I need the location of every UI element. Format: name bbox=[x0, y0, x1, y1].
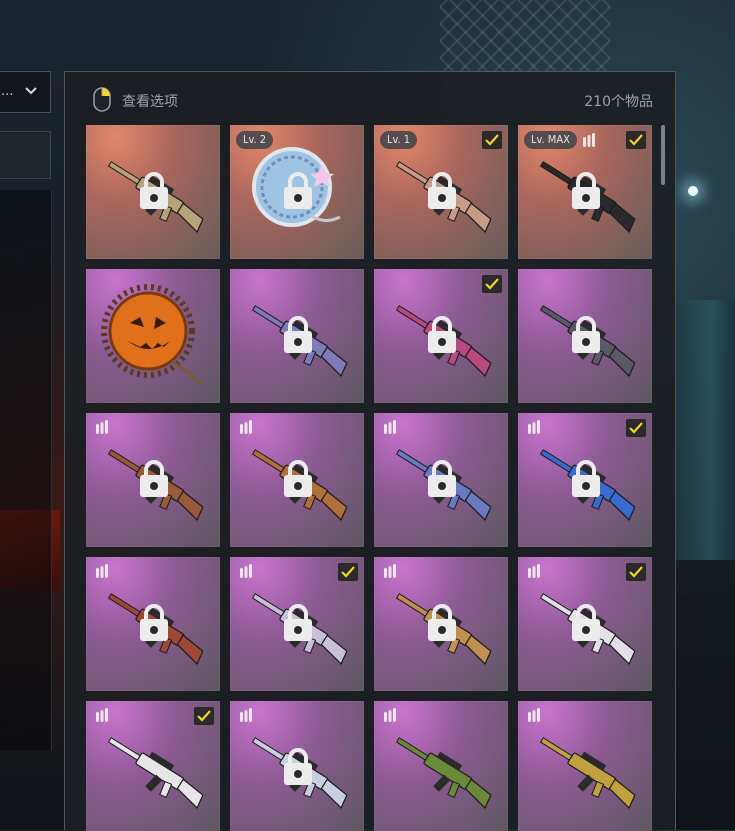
ammo-icon bbox=[382, 707, 398, 723]
item-card[interactable]: Lv. 2 bbox=[230, 125, 364, 259]
lock-icon bbox=[284, 316, 312, 353]
item-card[interactable] bbox=[518, 269, 652, 403]
check-icon bbox=[338, 563, 358, 581]
item-card[interactable] bbox=[230, 701, 364, 831]
lock-icon bbox=[284, 604, 312, 641]
check-icon bbox=[482, 275, 502, 293]
lock-icon bbox=[284, 460, 312, 497]
lock-icon bbox=[284, 748, 312, 785]
lock-icon bbox=[140, 460, 168, 497]
lock-icon bbox=[572, 172, 600, 209]
item-card[interactable] bbox=[374, 413, 508, 547]
left-dropdown[interactable]: ... bbox=[0, 71, 51, 113]
check-icon bbox=[482, 131, 502, 149]
dropdown-text: ... bbox=[1, 84, 14, 99]
view-options-label[interactable]: 查看选项 bbox=[122, 91, 178, 111]
ammo-icon bbox=[382, 563, 398, 579]
ammo-icon bbox=[581, 132, 597, 148]
item-card[interactable]: Lv. MAX bbox=[518, 125, 652, 259]
ammo-icon bbox=[94, 707, 110, 723]
item-card[interactable] bbox=[518, 701, 652, 831]
ammo-icon bbox=[526, 707, 542, 723]
item-card[interactable] bbox=[374, 557, 508, 691]
check-icon bbox=[626, 131, 646, 149]
left-filter-field[interactable] bbox=[0, 131, 51, 179]
background-lamp bbox=[688, 186, 698, 196]
item-count: 210个物品 bbox=[584, 94, 653, 110]
level-badge: Lv. 1 bbox=[380, 131, 418, 149]
lock-icon bbox=[428, 316, 456, 353]
item-card[interactable] bbox=[230, 269, 364, 403]
ammo-icon bbox=[238, 563, 254, 579]
lock-icon bbox=[572, 460, 600, 497]
panel-header: 查看选项 210个物品 bbox=[65, 72, 675, 124]
lock-icon bbox=[572, 604, 600, 641]
item-card[interactable] bbox=[230, 413, 364, 547]
item-card[interactable] bbox=[86, 557, 220, 691]
background-machine bbox=[676, 300, 735, 560]
lock-icon bbox=[572, 316, 600, 353]
lock-icon bbox=[428, 604, 456, 641]
ammo-icon bbox=[94, 419, 110, 435]
level-badge: Lv. MAX bbox=[524, 131, 577, 149]
pumpkin-art bbox=[101, 284, 203, 385]
item-card[interactable] bbox=[86, 701, 220, 831]
ammo-icon bbox=[526, 419, 542, 435]
mouse-icon bbox=[93, 87, 111, 112]
ammo-icon bbox=[526, 563, 542, 579]
lock-icon bbox=[140, 172, 168, 209]
item-card[interactable] bbox=[86, 413, 220, 547]
lock-icon bbox=[140, 604, 168, 641]
check-icon bbox=[626, 419, 646, 437]
check-icon bbox=[626, 563, 646, 581]
ammo-icon bbox=[382, 419, 398, 435]
scrollbar[interactable] bbox=[661, 125, 665, 185]
lock-icon bbox=[428, 460, 456, 497]
lock-icon bbox=[284, 172, 312, 209]
lock-icon bbox=[428, 172, 456, 209]
ammo-icon bbox=[238, 419, 254, 435]
item-card[interactable] bbox=[230, 557, 364, 691]
ammo-icon bbox=[94, 563, 110, 579]
chevron-down-icon bbox=[25, 87, 37, 95]
level-badge: Lv. 2 bbox=[236, 131, 274, 149]
item-card[interactable] bbox=[518, 557, 652, 691]
item-card[interactable] bbox=[86, 125, 220, 259]
item-card[interactable] bbox=[518, 413, 652, 547]
item-card[interactable]: Lv. 1 bbox=[374, 125, 508, 259]
check-icon bbox=[194, 707, 214, 725]
left-list-area bbox=[0, 190, 52, 750]
inventory-panel: 查看选项 210个物品 Lv. 2 Lv. 1 Lv. MAX bbox=[64, 71, 676, 831]
item-grid: Lv. 2 Lv. 1 Lv. MAX bbox=[86, 125, 656, 831]
item-card[interactable] bbox=[374, 701, 508, 831]
item-card[interactable] bbox=[374, 269, 508, 403]
item-card[interactable] bbox=[86, 269, 220, 403]
ammo-icon bbox=[238, 707, 254, 723]
